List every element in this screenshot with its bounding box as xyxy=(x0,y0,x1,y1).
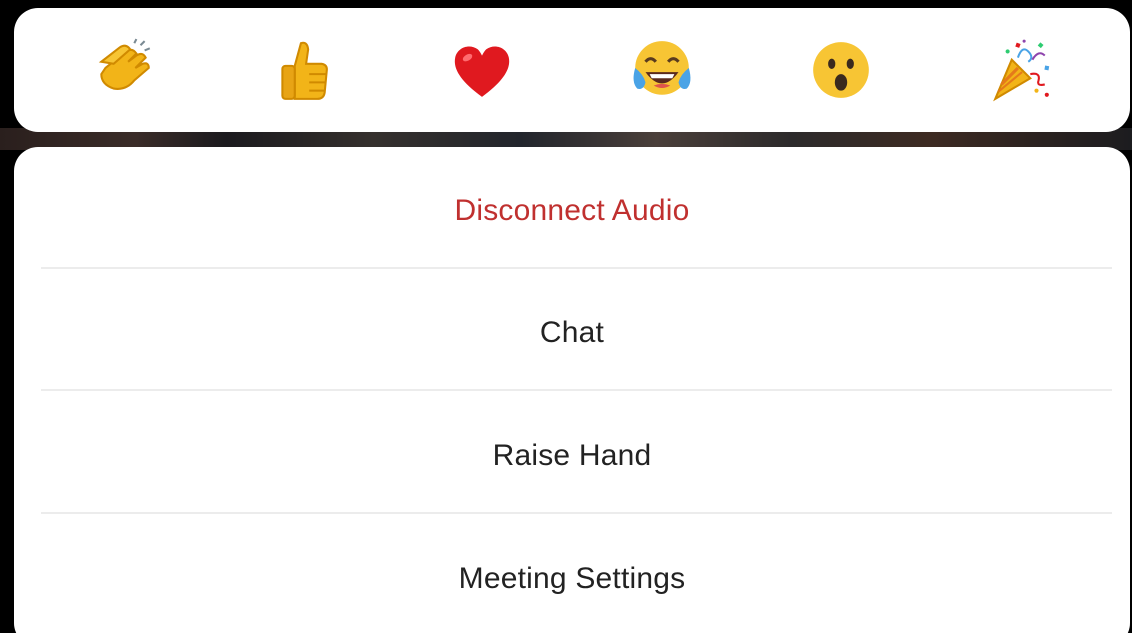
action-sheet: Disconnect Audio Chat Raise Hand Meeting… xyxy=(14,147,1130,633)
reaction-clap-button[interactable] xyxy=(87,33,161,107)
reaction-open-mouth-button[interactable] xyxy=(804,33,878,107)
party-popper-icon xyxy=(993,39,1050,102)
divider xyxy=(41,267,1112,269)
meeting-screen: Disconnect Audio Chat Raise Hand Meeting… xyxy=(0,0,1132,633)
tears-of-joy-icon xyxy=(633,41,691,95)
divider xyxy=(41,389,1112,391)
raise-hand-button[interactable]: Raise Hand xyxy=(14,396,1130,516)
clapping-hands-icon xyxy=(98,38,150,90)
reactions-bar xyxy=(14,8,1130,132)
heart-icon xyxy=(455,46,510,97)
reaction-heart-button[interactable] xyxy=(445,33,519,107)
reaction-party-popper-button[interactable] xyxy=(983,33,1057,107)
disconnect-audio-button[interactable]: Disconnect Audio xyxy=(14,151,1130,271)
open-mouth-face-icon xyxy=(813,42,869,98)
chat-button[interactable]: Chat xyxy=(14,273,1130,393)
meeting-settings-button[interactable]: Meeting Settings xyxy=(14,519,1130,633)
reaction-tears-of-joy-button[interactable] xyxy=(625,33,699,107)
reaction-thumbs-up-button[interactable] xyxy=(266,33,340,107)
divider xyxy=(41,512,1112,514)
thumbs-up-icon xyxy=(281,41,328,100)
